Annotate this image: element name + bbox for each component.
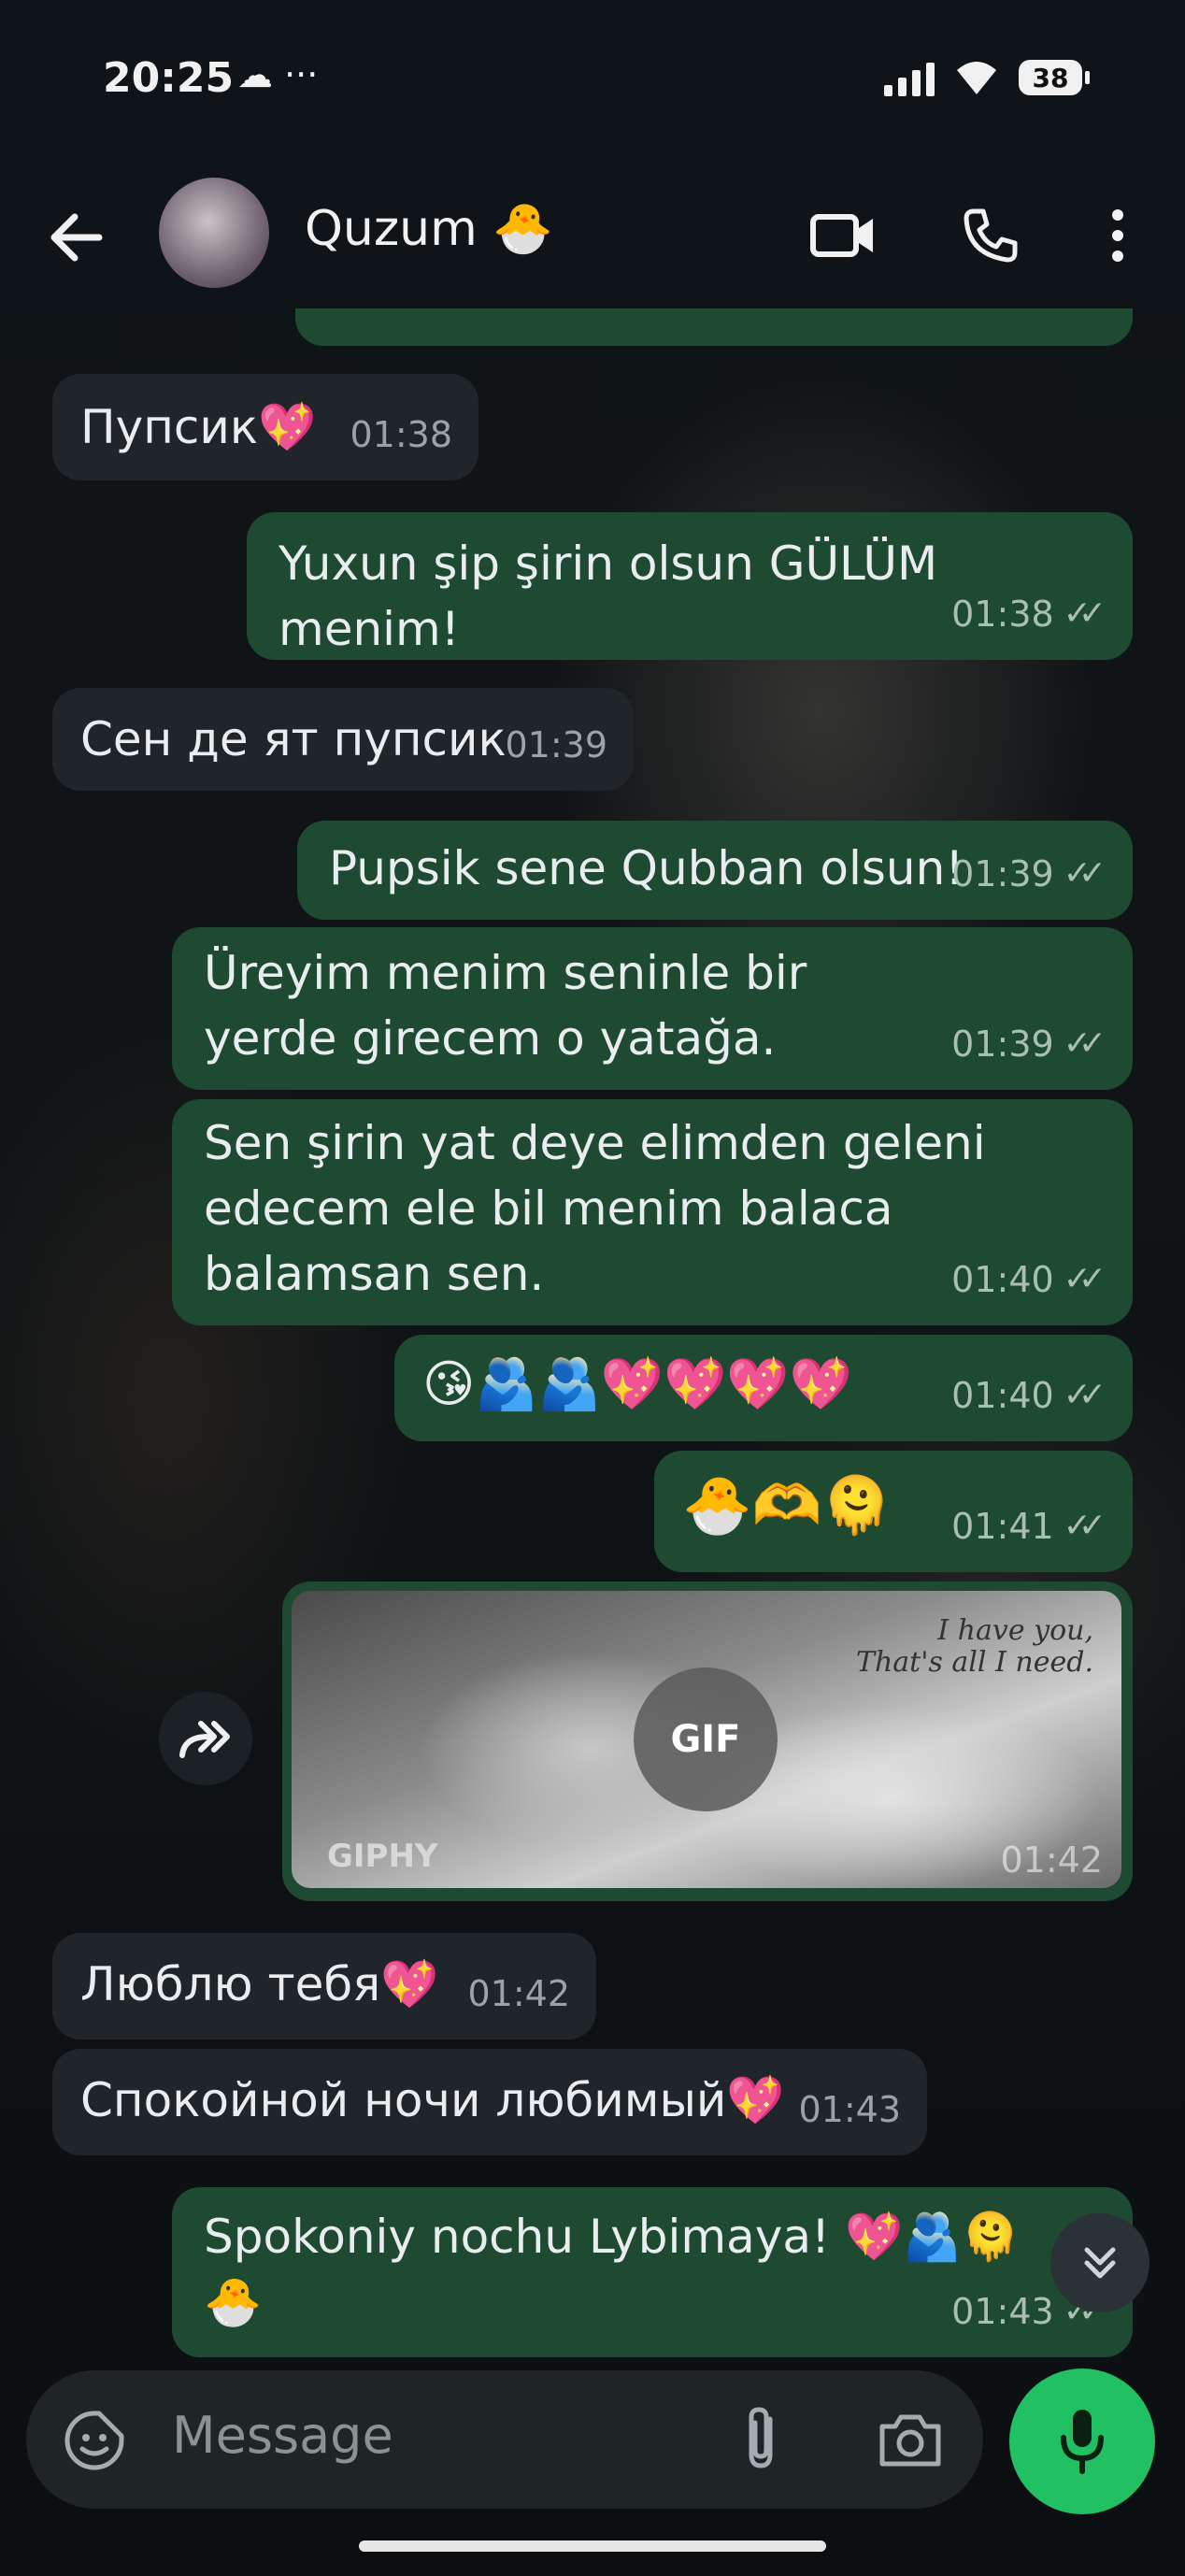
gif-play-button[interactable]: GIF bbox=[634, 1667, 778, 1811]
forward-icon bbox=[179, 1721, 230, 1758]
sticker-button[interactable] bbox=[62, 2408, 127, 2473]
message-bubble-incoming[interactable]: Люблю тебя💖 01:42 bbox=[52, 1933, 596, 2039]
voice-call-button[interactable] bbox=[951, 196, 1030, 275]
gif-message[interactable]: I have you, That's all I need. GIF GIPHY… bbox=[282, 1581, 1133, 1901]
gif-caption: I have you, That's all I need. bbox=[855, 1614, 1093, 1679]
signal-icon bbox=[884, 59, 935, 96]
message-bubble-outgoing[interactable]: Yuxun şip şirin olsun GÜLÜM menim! 01:38… bbox=[247, 512, 1133, 660]
message-bubble-outgoing[interactable]: Spokoniy nochu Lybimaya! 💖🫂🫠 🐣 01:43 ✓✓ bbox=[172, 2187, 1133, 2357]
scroll-to-bottom-button[interactable] bbox=[1050, 2213, 1149, 2312]
message-time: 01:38 ✓✓ bbox=[951, 581, 1106, 647]
status-time: 20:25 bbox=[103, 54, 235, 102]
video-camera-icon bbox=[810, 214, 873, 257]
message-bubble-outgoing[interactable]: 😘🫂🫂💖💖💖💖 01:40 ✓✓ bbox=[394, 1335, 1133, 1441]
message-time: 01:39 bbox=[505, 724, 607, 766]
video-call-button[interactable] bbox=[804, 196, 882, 275]
gif-preview[interactable]: I have you, That's all I need. GIF GIPHY… bbox=[292, 1591, 1121, 1888]
read-ticks-icon: ✓✓ bbox=[1063, 1507, 1106, 1545]
message-input[interactable]: Message bbox=[172, 2406, 393, 2465]
voice-record-button[interactable] bbox=[1009, 2368, 1155, 2514]
giphy-logo: GIPHY bbox=[327, 1838, 438, 1875]
message-bubble-outgoing[interactable]: Sen şirin yat deye elimden geleni edecem… bbox=[172, 1099, 1133, 1325]
more-options-button[interactable] bbox=[1078, 196, 1157, 275]
chevron-double-down-icon bbox=[1084, 2247, 1116, 2279]
paperclip-icon bbox=[749, 2407, 773, 2469]
arrow-left-icon bbox=[50, 213, 103, 262]
read-ticks-icon: ✓✓ bbox=[1063, 1376, 1106, 1414]
message-bubble-outgoing[interactable]: Pupsik sene Qubban olsun! 01:39 ✓✓ bbox=[297, 821, 1133, 920]
message-time: 01:42 bbox=[1000, 1839, 1103, 1881]
status-right: 38 bbox=[884, 54, 1090, 101]
message-bubble-incoming[interactable]: Сен де ят пупсик 01:39 bbox=[52, 688, 634, 791]
sticker-icon bbox=[64, 2411, 124, 2470]
camera-icon bbox=[879, 2414, 941, 2467]
battery-icon: 38 bbox=[1019, 60, 1090, 95]
message-bubble-incoming[interactable]: Спокойной ночи любимый💖 01:43 bbox=[52, 2049, 927, 2155]
message-time: 01:39 ✓✓ bbox=[951, 841, 1106, 907]
message-text: Üreyim menim seninle bir yerde girecem o… bbox=[204, 946, 807, 1066]
message-time: 01:41 ✓✓ bbox=[951, 1494, 1106, 1559]
message-input-bar: Message bbox=[26, 2370, 983, 2509]
contact-name[interactable]: Quzum 🐣 bbox=[305, 200, 553, 257]
message-time: 01:40 ✓✓ bbox=[951, 1247, 1106, 1312]
message-time: 01:42 bbox=[467, 1973, 570, 2014]
message-time: 01:40 ✓✓ bbox=[951, 1363, 1106, 1428]
more-vertical-icon bbox=[1112, 209, 1123, 262]
message-time: 01:38 bbox=[350, 414, 452, 455]
status-bar: 20:25 ☁ ··· 38 bbox=[0, 0, 1185, 159]
forward-button[interactable] bbox=[159, 1692, 252, 1785]
message-time: 01:39 ✓✓ bbox=[951, 1011, 1106, 1077]
read-ticks-icon: ✓✓ bbox=[1063, 1024, 1106, 1063]
wifi-icon bbox=[957, 62, 996, 94]
message-bubble-outgoing[interactable]: Üreyim menim seninle bir yerde girecem o… bbox=[172, 927, 1133, 1090]
chat-header: Quzum 🐣 bbox=[0, 159, 1185, 316]
attach-button[interactable] bbox=[735, 2404, 791, 2475]
message-text: Спокойной ночи любимый💖 bbox=[80, 2073, 785, 2127]
home-indicator bbox=[359, 2540, 826, 2552]
message-bubble-incoming[interactable]: Пупсик💖 01:38 bbox=[52, 374, 478, 480]
microphone-icon bbox=[1061, 2410, 1104, 2474]
back-button[interactable] bbox=[39, 200, 114, 275]
phone-icon bbox=[964, 208, 1018, 263]
camera-button[interactable] bbox=[877, 2408, 944, 2471]
read-ticks-icon: ✓✓ bbox=[1063, 854, 1106, 893]
message-bubble-partial[interactable] bbox=[295, 308, 1133, 346]
read-ticks-icon: ✓✓ bbox=[1063, 594, 1106, 633]
read-ticks-icon: ✓✓ bbox=[1063, 1260, 1106, 1298]
message-text: Spokoniy nochu Lybimaya! 💖🫂🫠 🐣 bbox=[204, 2210, 1020, 2329]
cloud-icon: ☁ ··· bbox=[237, 54, 319, 95]
message-bubble-outgoing[interactable]: 🐣🫶🫠 01:41 ✓✓ bbox=[654, 1451, 1133, 1572]
message-time: 01:43 bbox=[798, 2089, 901, 2130]
avatar[interactable] bbox=[159, 178, 269, 288]
